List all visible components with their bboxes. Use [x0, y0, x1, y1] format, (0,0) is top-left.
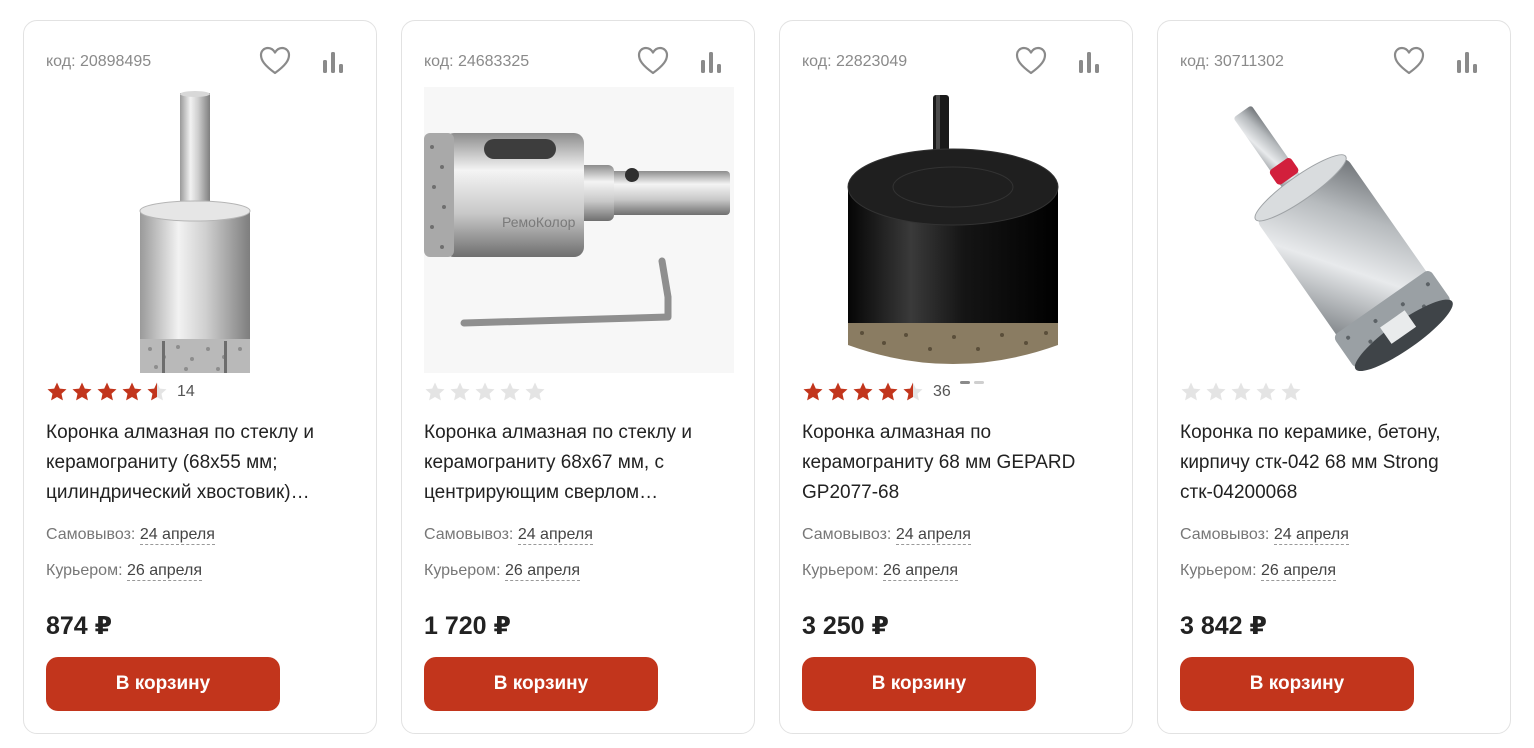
- pickup-info: Самовывоз: 24 апреля: [46, 526, 215, 545]
- pickup-label: Самовывоз:: [1180, 526, 1270, 543]
- rating: [424, 381, 549, 403]
- courier-info: Курьером: 26 апреля: [46, 562, 203, 581]
- product-image[interactable]: РемоКолор: [424, 87, 734, 373]
- pickup-date[interactable]: 24 апреля: [139, 526, 215, 545]
- half-star-icon: [903, 382, 923, 401]
- product-image[interactable]: [1180, 87, 1490, 373]
- courier-date[interactable]: 26 апреля: [1260, 562, 1337, 581]
- heart-icon[interactable]: [636, 45, 670, 77]
- carousel-dot[interactable]: [960, 381, 970, 384]
- star-empty-icon: [425, 382, 445, 401]
- product-price: 3 250 ₽: [802, 612, 889, 640]
- pickup-info: Самовывоз: 24 апреля: [1180, 526, 1349, 545]
- review-count[interactable]: 36: [933, 383, 951, 401]
- star-empty-icon: [525, 382, 545, 401]
- star-icon: [97, 382, 117, 401]
- product-grid: код: 20898495 14 Коронка алмазная по сте…: [0, 0, 1534, 748]
- courier-date[interactable]: 26 апреля: [126, 562, 203, 581]
- heart-icon[interactable]: [1392, 45, 1426, 77]
- pickup-label: Самовывоз:: [802, 526, 892, 543]
- pickup-label: Самовывоз:: [424, 526, 514, 543]
- product-title[interactable]: Коронка алмазная по керамограниту 68 мм …: [802, 418, 1118, 508]
- add-to-cart-button[interactable]: В корзину: [424, 657, 658, 711]
- brand-label: РемоКолор: [502, 214, 576, 230]
- pickup-date[interactable]: 24 апреля: [517, 526, 593, 545]
- product-code: код: 24683325: [424, 53, 530, 70]
- carousel-dot[interactable]: [974, 381, 984, 384]
- product-price: 1 720 ₽: [424, 612, 511, 640]
- pickup-label: Самовывоз:: [46, 526, 136, 543]
- star-empty-icon: [1206, 382, 1226, 401]
- half-star-icon: [147, 382, 167, 401]
- compare-icon[interactable]: [1454, 49, 1480, 75]
- courier-info: Курьером: 26 апреля: [802, 562, 959, 581]
- star-empty-icon: [1181, 382, 1201, 401]
- star-icon: [853, 382, 873, 401]
- product-title[interactable]: Коронка алмазная по стеклу и керамограни…: [46, 418, 362, 508]
- courier-label: Курьером:: [46, 562, 123, 579]
- diamond-core-bit-with-hex-key-icon: РемоКолор: [424, 87, 734, 373]
- product-card[interactable]: код: 30711302 Коронка по керамике, бетон…: [1157, 20, 1511, 734]
- star-empty-icon: [450, 382, 470, 401]
- add-to-cart-button[interactable]: В корзину: [46, 657, 280, 711]
- star-icon: [828, 382, 848, 401]
- product-title[interactable]: Коронка по керамике, бетону, кирпичу стк…: [1180, 418, 1496, 508]
- star-empty-icon: [475, 382, 495, 401]
- diamond-core-bit-glass-icon: [139, 91, 251, 373]
- product-code: код: 22823049: [802, 53, 908, 70]
- product-card[interactable]: код: 24683325 РемоКолор Коронка алмазная…: [401, 20, 755, 734]
- courier-date[interactable]: 26 апреля: [504, 562, 581, 581]
- star-icon: [878, 382, 898, 401]
- courier-label: Курьером:: [1180, 562, 1257, 579]
- black-diamond-core-bit-icon: [847, 95, 1059, 364]
- courier-info: Курьером: 26 апреля: [424, 562, 581, 581]
- star-empty-icon: [1231, 382, 1251, 401]
- star-empty-icon: [500, 382, 520, 401]
- rating: 36: [802, 381, 951, 403]
- star-icon: [47, 382, 67, 401]
- courier-info: Курьером: 26 апреля: [1180, 562, 1337, 581]
- add-to-cart-button[interactable]: В корзину: [1180, 657, 1414, 711]
- pickup-date[interactable]: 24 апреля: [1273, 526, 1349, 545]
- pickup-info: Самовывоз: 24 апреля: [424, 526, 593, 545]
- courier-label: Курьером:: [802, 562, 879, 579]
- product-code: код: 20898495: [46, 53, 152, 70]
- rating: 14: [46, 381, 195, 403]
- star-empty-icon: [1281, 382, 1301, 401]
- compare-icon[interactable]: [1076, 49, 1102, 75]
- courier-date[interactable]: 26 апреля: [882, 562, 959, 581]
- star-icon: [122, 382, 142, 401]
- pickup-date[interactable]: 24 апреля: [895, 526, 971, 545]
- compare-icon[interactable]: [698, 49, 724, 75]
- star-icon: [72, 382, 92, 401]
- pickup-info: Самовывоз: 24 апреля: [802, 526, 971, 545]
- add-to-cart-button[interactable]: В корзину: [802, 657, 1036, 711]
- heart-icon[interactable]: [258, 45, 292, 77]
- product-price: 3 842 ₽: [1180, 612, 1267, 640]
- heart-icon[interactable]: [1014, 45, 1048, 77]
- product-code: код: 30711302: [1180, 53, 1284, 70]
- rating: [1180, 381, 1305, 403]
- product-card[interactable]: код: 20898495 14 Коронка алмазная по сте…: [23, 20, 377, 734]
- image-carousel-dots[interactable]: [960, 371, 1000, 384]
- compare-icon[interactable]: [320, 49, 346, 75]
- ceramic-core-bit-icon: [1234, 106, 1453, 372]
- star-icon: [803, 382, 823, 401]
- product-image[interactable]: [46, 87, 356, 373]
- courier-label: Курьером:: [424, 562, 501, 579]
- product-price: 874 ₽: [46, 612, 113, 640]
- product-image[interactable]: [802, 87, 1112, 373]
- product-title[interactable]: Коронка алмазная по стеклу и керамограни…: [424, 418, 740, 508]
- review-count[interactable]: 14: [177, 383, 195, 401]
- star-empty-icon: [1256, 382, 1276, 401]
- product-card[interactable]: код: 22823049 36 Коронка алмазная по кер…: [779, 20, 1133, 734]
